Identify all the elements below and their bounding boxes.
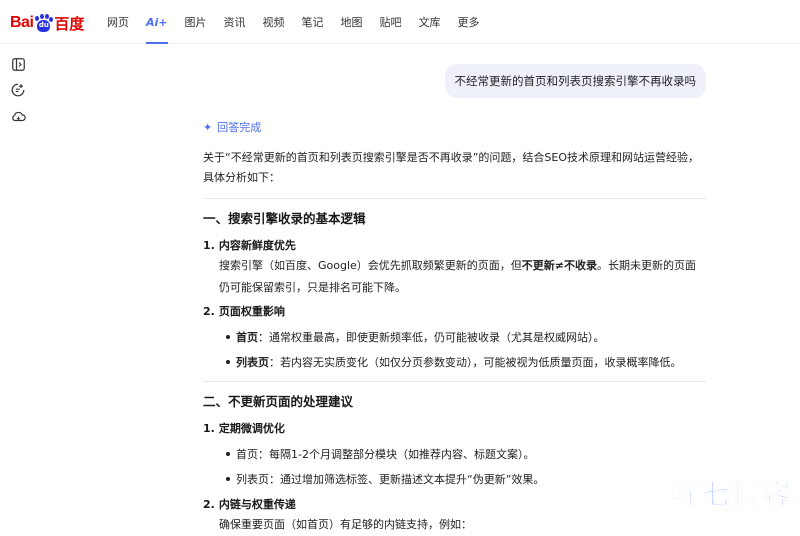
top-bar: Bai du 百度 网页 Ai+ 图片 资讯 视频 笔记 地图 贴吧 文库 更多 — [0, 0, 800, 44]
subheading: 2. 内链与权重传递 — [203, 496, 706, 514]
nav-tab-ai[interactable]: Ai+ — [146, 0, 168, 44]
sparkle-icon: ✦ — [203, 121, 212, 134]
nav-tab-label: 贴吧 — [380, 14, 402, 30]
subheading: 1. 内容新鲜度优先 — [203, 237, 706, 255]
subheading-text: 页面权重影响 — [219, 305, 285, 318]
section-divider — [203, 198, 706, 199]
answer-intro: 关于“不经常更新的首页和列表页搜索引擎是否不再收录”的问题，结合SEO技术原理和… — [203, 148, 706, 188]
answer-status-label: 回答完成 — [217, 119, 261, 135]
user-query-bubble: 不经常更新的首页和列表页搜索引擎不再收录吗 — [445, 64, 707, 98]
ai-answer: ✦ 回答完成 关于“不经常更新的首页和列表页搜索引擎是否不再收录”的问题，结合S… — [203, 118, 706, 536]
paw-icon: du — [34, 14, 52, 32]
subheading-text: 内容新鲜度优先 — [219, 239, 296, 252]
subheading: 1. 定期微调优化 — [203, 420, 706, 438]
nav-tab-news[interactable]: 资讯 — [224, 0, 246, 44]
bullet-item: 列表页：通过增加筛选标签、更新描述文本提升“伪更新”效果。 — [203, 467, 706, 492]
blog-watermark: 吖七博客 — [672, 473, 792, 513]
nav-tab-video[interactable]: 视频 — [263, 0, 285, 44]
nav-tab-label: 资讯 — [224, 14, 246, 30]
logo-text-bai: Bai — [10, 14, 33, 32]
list-number: 1. — [203, 422, 215, 435]
search-category-nav: 网页 Ai+ 图片 资讯 视频 笔记 地图 贴吧 文库 更多 — [107, 0, 497, 44]
nav-tab-label: Ai+ — [146, 16, 168, 29]
bold-text: 不更新≠不收录 — [522, 259, 597, 272]
subheading-text: 定期微调优化 — [219, 422, 285, 435]
bullet-text: ：若内容无实质变化（如仅分页参数变动），可能被视为低质量页面，收录概率降低。 — [269, 356, 682, 369]
subheading-text: 内链与权重传递 — [219, 498, 296, 511]
baidu-logo[interactable]: Bai du 百度 — [10, 12, 84, 34]
nav-tab-wenku[interactable]: 文库 — [419, 0, 441, 44]
nav-tab-label: 图片 — [185, 14, 207, 30]
nav-tab-tieba[interactable]: 贴吧 — [380, 0, 402, 44]
paragraph: 搜索引擎（如百度、Google）会优先抓取频繁更新的页面，但不更新≠不收录。长期… — [203, 255, 706, 299]
list-number: 2. — [203, 305, 215, 318]
nav-tab-label: 更多 — [458, 14, 480, 30]
left-sidebar — [10, 56, 28, 134]
nav-tab-images[interactable]: 图片 — [185, 0, 207, 44]
subheading: 2. 页面权重影响 — [203, 303, 706, 321]
user-query-text: 不经常更新的首页和列表页搜索引擎不再收录吗 — [455, 73, 697, 89]
nav-tab-maps[interactable]: 地图 — [341, 0, 363, 44]
paragraph-text: 搜索引擎（如百度、Google）会优先抓取频繁更新的页面，但 — [219, 259, 522, 272]
list-number: 2. — [203, 498, 215, 511]
cloud-icon[interactable] — [10, 108, 26, 124]
bullet-item: 首页：通常权重最高，即使更新频率低，仍可能被收录（尤其是权威网站）。 — [203, 325, 706, 350]
bullet-label: 首页 — [236, 331, 258, 344]
section-heading: 一、搜索引擎收录的基本逻辑 — [203, 209, 706, 229]
nav-tab-notes[interactable]: 笔记 — [302, 0, 324, 44]
new-chat-icon[interactable] — [10, 82, 26, 98]
answer-status: ✦ 回答完成 — [203, 118, 706, 136]
nav-tab-web[interactable]: 网页 — [107, 0, 129, 44]
nav-tab-label: 视频 — [263, 14, 285, 30]
section-heading: 二、不更新页面的处理建议 — [203, 392, 706, 412]
bullet-item: 首页：每隔1-2个月调整部分模块（如推荐内容、标题文案）。 — [203, 442, 706, 467]
nav-tab-label: 文库 — [419, 14, 441, 30]
section-divider — [203, 381, 706, 382]
bullet-item: 列表页：若内容无实质变化（如仅分页参数变动），可能被视为低质量页面，收录概率降低… — [203, 350, 706, 375]
sidebar-toggle-icon[interactable] — [10, 56, 26, 72]
bullet-text: ：通常权重最高，即使更新频率低，仍可能被收录（尤其是权威网站）。 — [258, 331, 605, 344]
logo-text-cn: 百度 — [54, 13, 84, 34]
list-number: 1. — [203, 239, 215, 252]
nav-tab-label: 网页 — [107, 14, 129, 30]
nav-tab-label: 笔记 — [302, 14, 324, 30]
nav-tab-more[interactable]: 更多 — [458, 0, 480, 44]
logo-text-du: du — [37, 21, 50, 30]
nav-tab-label: 地图 — [341, 14, 363, 30]
bullet-label: 列表页 — [236, 356, 269, 369]
